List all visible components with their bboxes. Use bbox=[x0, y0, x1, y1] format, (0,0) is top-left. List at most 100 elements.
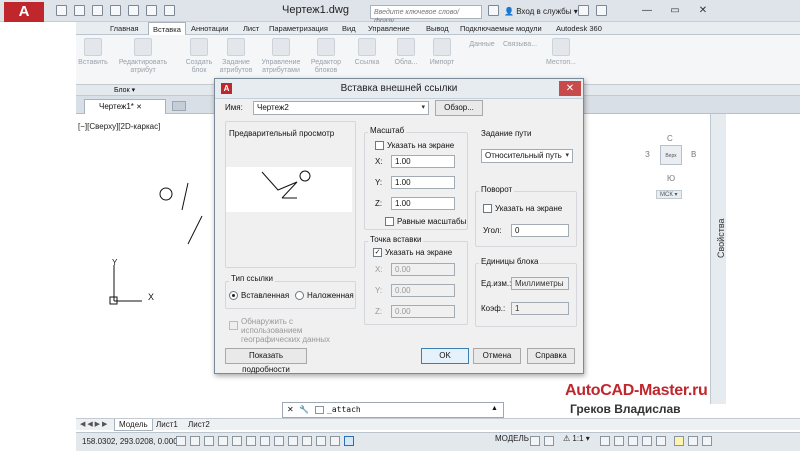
scale-y-input[interactable]: 1.00 bbox=[391, 176, 455, 189]
file-tab[interactable]: Чертеж1* ✕ bbox=[84, 99, 166, 114]
tab-sheet2[interactable]: Лист2 bbox=[184, 419, 214, 431]
cancel-button[interactable]: Отмена bbox=[473, 348, 521, 364]
minimize-icon[interactable]: — bbox=[636, 3, 658, 18]
dyn-input-icon[interactable] bbox=[288, 436, 298, 446]
define-attributes-button[interactable]: Задание атрибутов bbox=[218, 38, 254, 75]
viewcube-west[interactable]: З bbox=[645, 150, 650, 159]
browse-button[interactable]: Обзор... bbox=[435, 100, 483, 116]
ducs-icon[interactable] bbox=[274, 436, 284, 446]
help-icon[interactable] bbox=[596, 5, 607, 16]
command-line[interactable]: ✕ 🔧 _attach ▲ bbox=[282, 402, 504, 418]
show-details-button[interactable]: Показать подробности bbox=[225, 348, 307, 374]
viewcube[interactable]: Верх bbox=[660, 145, 682, 165]
maximize-icon[interactable]: ▭ bbox=[664, 3, 686, 18]
tab-plugins[interactable]: Подключаемые модули bbox=[456, 22, 546, 35]
tab-manage[interactable]: Управление bbox=[364, 22, 414, 35]
annotation-scale[interactable]: ⚠ 1:1 ▾ bbox=[563, 434, 590, 443]
clean-screen-icon[interactable] bbox=[702, 436, 712, 446]
model-space-button[interactable]: МОДЕЛЬ bbox=[495, 434, 529, 443]
quick-view-drawings-icon[interactable] bbox=[544, 436, 554, 446]
rotation-onscreen-checkbox[interactable] bbox=[483, 204, 492, 213]
insertion-y-input[interactable]: 0.00 bbox=[391, 284, 455, 297]
reference-button[interactable]: Ссылка bbox=[352, 38, 382, 67]
dialog-close-icon[interactable]: ✕ bbox=[559, 81, 581, 96]
geo-data-checkbox[interactable] bbox=[229, 321, 238, 330]
close-command-icon[interactable]: ✕ bbox=[287, 405, 294, 414]
annotation-visibility-icon[interactable] bbox=[600, 436, 610, 446]
scale-onscreen-checkbox[interactable] bbox=[375, 141, 384, 150]
osnap-icon[interactable] bbox=[232, 436, 242, 446]
linking-button[interactable]: Связыва... bbox=[500, 41, 540, 49]
tab-layout[interactable]: Лист bbox=[239, 22, 263, 35]
selection-cycling-icon[interactable] bbox=[344, 436, 354, 446]
snap-mode-icon[interactable] bbox=[176, 436, 186, 446]
isolate-objects-icon[interactable] bbox=[674, 436, 684, 446]
overlay-radio[interactable] bbox=[295, 291, 304, 300]
viewcube-north[interactable]: С bbox=[667, 134, 673, 143]
tab-output[interactable]: Вывод bbox=[422, 22, 453, 35]
lineweight-icon[interactable] bbox=[302, 436, 312, 446]
tab-sheet1[interactable]: Лист1 bbox=[152, 419, 182, 431]
ok-button[interactable]: OK bbox=[421, 348, 469, 364]
polar-icon[interactable] bbox=[218, 436, 228, 446]
edit-attribute-button[interactable]: Редактировать атрибут bbox=[114, 38, 172, 75]
attached-radio[interactable] bbox=[229, 291, 238, 300]
open-file-icon[interactable] bbox=[74, 5, 85, 16]
insert-block-button[interactable]: Вставить bbox=[76, 38, 110, 67]
path-type-dropdown[interactable]: Относительный путь ▾ bbox=[481, 149, 573, 163]
uniform-scale-checkbox[interactable] bbox=[385, 217, 394, 226]
save-as-icon[interactable] bbox=[110, 5, 121, 16]
undo-icon[interactable] bbox=[146, 5, 157, 16]
properties-panel[interactable] bbox=[710, 114, 726, 404]
viewport-controls[interactable]: [−][Сверху][2D-каркас] bbox=[78, 122, 160, 131]
autocad-logo[interactable]: A bbox=[4, 2, 44, 22]
scale-z-input[interactable]: 1.00 bbox=[391, 197, 455, 210]
redo-icon[interactable] bbox=[164, 5, 175, 16]
binoculars-icon[interactable] bbox=[488, 5, 499, 16]
tab-autodesk360[interactable]: Autodesk 360 bbox=[552, 22, 606, 35]
workspace-icon[interactable] bbox=[628, 436, 638, 446]
hardware-accel-icon[interactable] bbox=[656, 436, 666, 446]
print-icon[interactable] bbox=[128, 5, 139, 16]
block-editor-button[interactable]: Редактор блоков bbox=[308, 38, 344, 75]
new-file-icon[interactable] bbox=[56, 5, 67, 16]
quick-view-layouts-icon[interactable] bbox=[530, 436, 540, 446]
grid-icon[interactable] bbox=[190, 436, 200, 446]
name-dropdown[interactable]: Чертеж2 ▾ bbox=[253, 101, 429, 115]
autoscale-icon[interactable] bbox=[614, 436, 624, 446]
signin-link[interactable]: 👤 Вход в службы ▾ bbox=[504, 5, 578, 18]
otrack-icon[interactable] bbox=[260, 436, 270, 446]
tab-insert[interactable]: Вставка bbox=[148, 22, 186, 35]
status-menu-icon[interactable] bbox=[688, 436, 698, 446]
tab-home[interactable]: Главная bbox=[106, 22, 143, 35]
viewcube-east[interactable]: В bbox=[691, 150, 696, 159]
wrench-icon[interactable]: 🔧 bbox=[299, 405, 309, 414]
tab-parametric[interactable]: Параметризация bbox=[265, 22, 332, 35]
quick-properties-icon[interactable] bbox=[330, 436, 340, 446]
ortho-icon[interactable] bbox=[204, 436, 214, 446]
block-group-label[interactable]: Блок ▾ bbox=[114, 86, 135, 94]
point-cloud-button[interactable]: Обла... bbox=[392, 38, 420, 67]
lock-icon[interactable] bbox=[642, 436, 652, 446]
command-history-icon[interactable]: ▲ bbox=[491, 405, 498, 412]
help-button[interactable]: Справка bbox=[527, 348, 575, 364]
import-button[interactable]: Импорт bbox=[426, 38, 458, 67]
search-input[interactable]: Введите ключевое слово/фразу bbox=[370, 5, 482, 25]
transparency-icon[interactable] bbox=[316, 436, 326, 446]
angle-input[interactable]: 0 bbox=[511, 224, 569, 237]
3d-osnap-icon[interactable] bbox=[246, 436, 256, 446]
manage-attributes-button[interactable]: Управление атрибутами bbox=[258, 38, 304, 75]
close-tab-icon[interactable]: ✕ bbox=[136, 104, 142, 111]
wcs-menu[interactable]: МСК ▾ bbox=[656, 190, 682, 199]
location-button[interactable]: Местоп... bbox=[544, 38, 578, 67]
insertion-x-input[interactable]: 0.00 bbox=[391, 263, 455, 276]
data-button[interactable]: Данные bbox=[466, 41, 498, 49]
tab-view[interactable]: Вид bbox=[338, 22, 360, 35]
insertion-onscreen-checkbox[interactable]: ✓ bbox=[373, 248, 382, 257]
scale-x-input[interactable]: 1.00 bbox=[391, 155, 455, 168]
new-tab-icon[interactable] bbox=[172, 101, 186, 111]
exchange-icon[interactable] bbox=[578, 5, 589, 16]
save-icon[interactable] bbox=[92, 5, 103, 16]
tab-annotate[interactable]: Аннотации bbox=[187, 22, 233, 35]
create-block-button[interactable]: Создать блок bbox=[184, 38, 214, 75]
